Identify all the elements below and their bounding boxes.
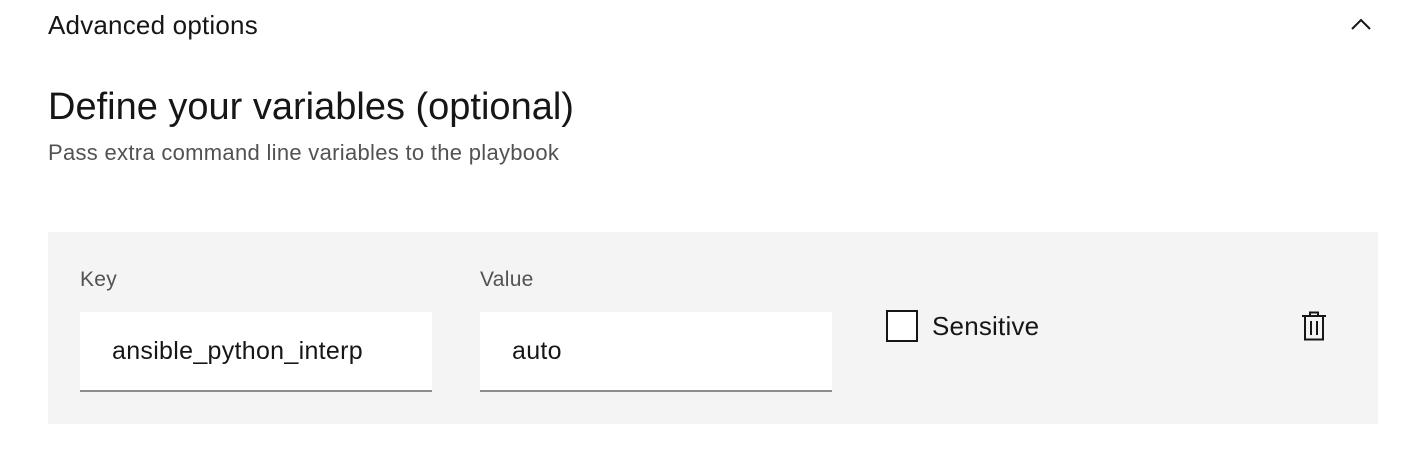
trash-icon [1301,311,1327,346]
section-subtitle: Pass extra command line variables to the… [48,140,560,165]
section-title: Define your variables (optional) [48,86,574,128]
sensitive-checkbox[interactable]: Sensitive [886,310,1039,342]
value-label: Value [480,268,534,291]
advanced-options-accordion[interactable]: Advanced options [48,0,1378,50]
sensitive-checkbox-box[interactable] [886,310,918,342]
sensitive-label: Sensitive [932,310,1040,341]
delete-variable-button[interactable] [1298,311,1330,346]
accordion-title: Advanced options [48,9,258,40]
chevron-up-icon[interactable] [1349,13,1373,37]
variable-row: Key Value Sensitive [48,232,1378,424]
value-input[interactable] [480,312,832,392]
key-label: Key [80,268,118,291]
key-input[interactable] [80,312,432,392]
